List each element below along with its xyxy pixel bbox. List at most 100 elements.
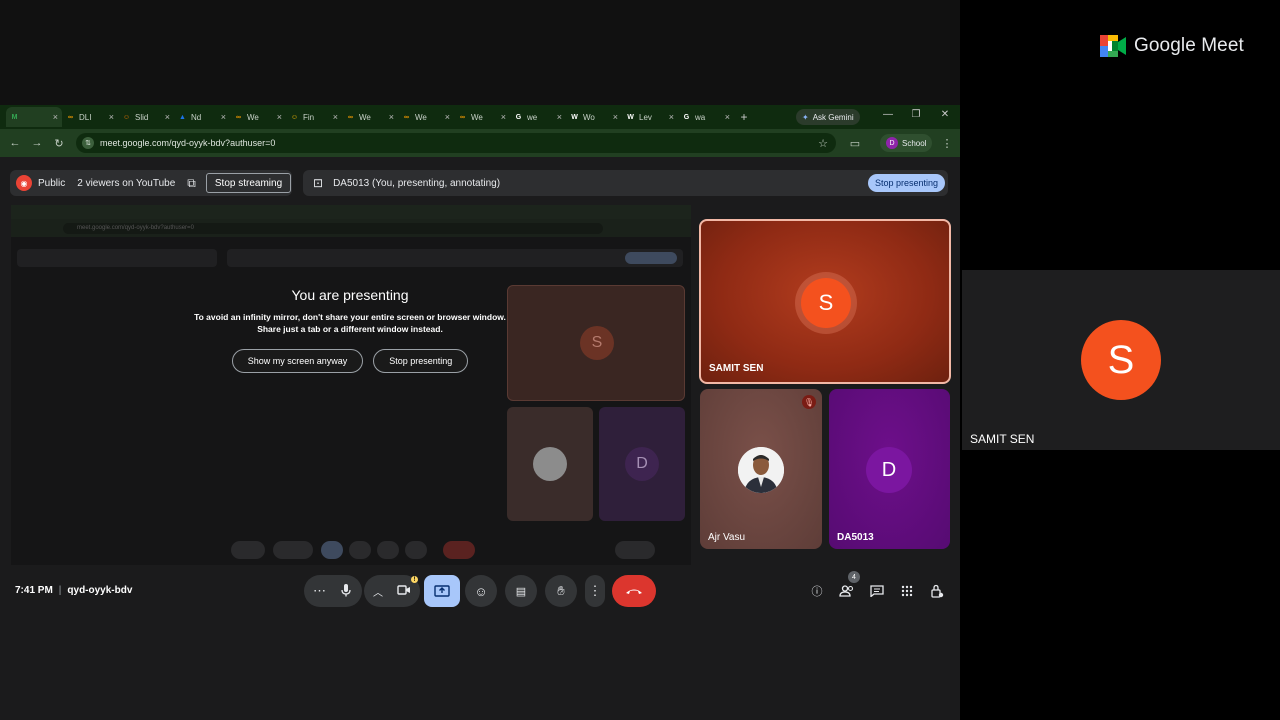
tab-label: Wo [583, 112, 595, 122]
meeting-info: 7:41 PM | qyd-oyyk-bdv [15, 585, 132, 596]
presenting-line-1: To avoid an infinity mirror, don't share… [194, 312, 506, 322]
browser-tab[interactable]: Gwe × [510, 107, 566, 127]
tab-favicon-icon: M [11, 113, 18, 121]
restore-icon[interactable]: ❐ [906, 109, 926, 120]
captions-button[interactable]: ▤ [505, 575, 537, 607]
activities-grid-icon[interactable] [899, 583, 915, 599]
close-window-icon[interactable]: ✕ [935, 109, 955, 120]
ask-gemini-button[interactable]: ✦ Ask Gemini [796, 109, 860, 125]
raise-hand-button[interactable]: ✋︎ [545, 575, 577, 607]
cast-icon[interactable]: ▭ [844, 137, 866, 150]
tab-close-icon[interactable]: × [109, 112, 114, 122]
tab-close-icon[interactable]: × [277, 112, 282, 122]
browser-tab[interactable]: ∞ We × [230, 107, 286, 127]
speaker-name: SAMIT SEN [970, 432, 1035, 446]
participant-tile-ajr[interactable]: 🎙︎ Ajr Vasu [700, 389, 822, 549]
microphone-icon[interactable] [340, 583, 352, 600]
browser-tab[interactable]: ▲ Nd × [174, 107, 230, 127]
meeting-code: qyd-oyyk-bdv [67, 585, 133, 596]
participant-tile-da5013[interactable]: D DA5013 [829, 389, 950, 549]
url-field[interactable]: ⇅ meet.google.com/qyd-oyyk-bdv?authuser=… [76, 133, 836, 153]
show-screen-anyway-button[interactable]: Show my screen anyway [231, 349, 364, 373]
forward-icon[interactable]: → [26, 137, 48, 149]
brand-name: Google Meet [1134, 35, 1244, 56]
bookmark-star-icon[interactable]: ☆ [818, 137, 828, 150]
tab-close-icon[interactable]: × [53, 112, 58, 122]
audio-control-group: ⋯ [304, 575, 362, 607]
copy-link-icon[interactable]: ⧉ [187, 176, 196, 191]
present-screen-button[interactable] [424, 575, 460, 607]
tab-close-icon[interactable]: × [333, 112, 338, 122]
tab-close-icon[interactable]: × [389, 112, 394, 122]
reload-icon[interactable]: ↻ [48, 137, 70, 150]
new-tab-icon[interactable]: + [736, 110, 752, 124]
minimize-icon[interactable]: — [878, 109, 898, 120]
more-audio-options-icon[interactable]: ⋯ [313, 583, 326, 599]
tab-favicon-icon: G [515, 113, 522, 121]
tab-close-icon[interactable]: × [725, 112, 730, 122]
viewer-count: 2 viewers on YouTube [77, 177, 176, 189]
tab-label: Nd [191, 112, 202, 122]
participant-name: Ajr Vasu [708, 532, 746, 543]
stop-streaming-button[interactable]: Stop streaming [205, 173, 292, 193]
presenting-actions: Show my screen anyway Stop presenting [190, 349, 510, 373]
mirror-tab-strip [11, 205, 691, 219]
tab-label: We [415, 112, 427, 122]
meeting-separator: | [58, 585, 62, 596]
tab-close-icon[interactable]: × [613, 112, 618, 122]
browser-menu-icon[interactable]: ⋮ [936, 137, 958, 150]
site-info-icon[interactable]: ⇅ [82, 137, 94, 149]
profile-label: School [902, 138, 927, 148]
browser-tab[interactable]: ∞ We × [454, 107, 510, 127]
tab-close-icon[interactable]: × [501, 112, 506, 122]
mirror-streaming-bar [17, 249, 217, 267]
emoji-icon: ☺ [474, 583, 488, 599]
tab-close-icon[interactable]: × [669, 112, 674, 122]
reactions-button[interactable]: ☺ [465, 575, 497, 607]
url-text: meet.google.com/qyd-oyyk-bdv?authuser=0 [100, 138, 276, 148]
presenting-line-2: Share just a tab or a different window i… [257, 324, 443, 334]
tab-close-icon[interactable]: × [221, 112, 226, 122]
chat-icon[interactable] [869, 583, 885, 599]
back-icon[interactable]: ← [4, 137, 26, 149]
live-stream-icon: ◉ [16, 175, 32, 191]
meeting-time: 7:41 PM [15, 585, 53, 596]
participant-tile-samit[interactable]: S SAMIT SEN [699, 219, 951, 384]
mirror-url: meet.google.com/qyd-oyyk-bdv?authuser=0 [63, 223, 603, 234]
mirror-tile-samit: S [507, 285, 685, 401]
mirror-control-bar [11, 535, 691, 559]
stop-presenting-button[interactable]: Stop presenting [867, 174, 945, 192]
participant-photo-avatar [738, 447, 784, 493]
tab-label: Slid [135, 112, 149, 122]
tab-close-icon[interactable]: × [445, 112, 450, 122]
tab-label: We [359, 112, 371, 122]
tab-close-icon[interactable]: × [557, 112, 562, 122]
browser-tab[interactable]: ∞ DLI × [62, 107, 118, 127]
profile-chip[interactable]: D School [880, 134, 933, 152]
browser-tab[interactable]: W Lev × [622, 107, 678, 127]
tab-close-icon[interactable]: × [165, 112, 170, 122]
browser-tab[interactable]: ∞ We × [342, 107, 398, 127]
stream-visibility: Public [38, 177, 66, 189]
camera-icon[interactable] [397, 584, 411, 599]
chevron-up-icon[interactable]: ︿ [373, 584, 383, 599]
meeting-details-icon[interactable]: ⓘ [809, 583, 825, 599]
overlay-stop-presenting-button[interactable]: Stop presenting [373, 349, 469, 373]
browser-tab[interactable]: ∞ We × [398, 107, 454, 127]
browser-tab[interactable]: ☺ Fin × [286, 107, 342, 127]
browser-tab[interactable]: Gwa × [678, 107, 734, 127]
browser-tab[interactable]: W Wo × [566, 107, 622, 127]
presenting-title: DA5013 (You, presenting, annotating) [333, 177, 501, 189]
browser-tab[interactable]: ☺ Slid × [118, 107, 174, 127]
present-screen-icon: ⊡ [313, 176, 324, 190]
presenting-description: To avoid an infinity mirror, don't share… [190, 311, 510, 335]
browser-window: M × ∞ DLI × ☺ Slid × ▲ Nd × ∞ We × ☺ Fin × ∞ We × ∞ We × ∞ We × Gw… [0, 105, 960, 720]
tab-favicon-icon: ∞ [348, 113, 353, 121]
host-controls-lock-icon[interactable] [929, 583, 945, 599]
people-icon[interactable] [839, 583, 855, 599]
browser-tab[interactable]: M × [6, 107, 62, 127]
mirror-avatar-d: D [625, 447, 659, 481]
leave-call-button[interactable] [612, 575, 656, 607]
hand-icon: ✋︎ [557, 583, 565, 598]
more-options-button[interactable]: ⋮ [585, 575, 605, 607]
